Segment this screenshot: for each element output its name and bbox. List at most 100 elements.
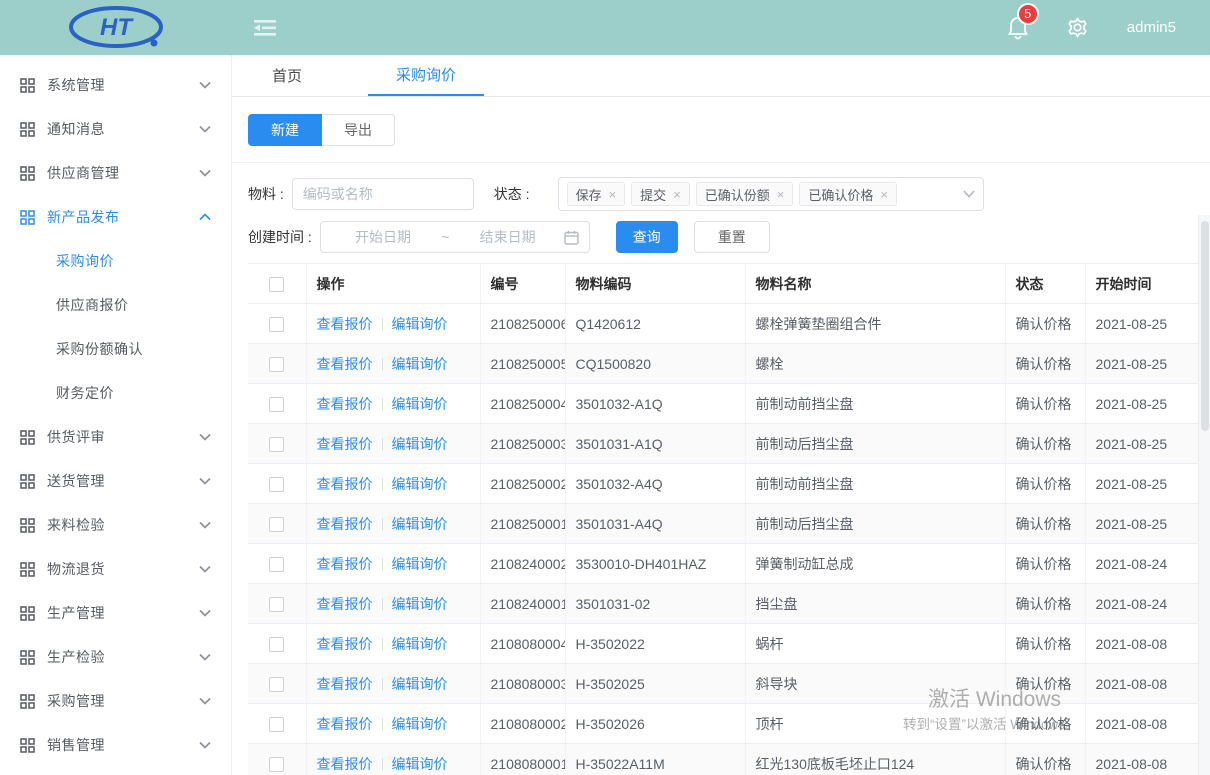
view-quote-link[interactable]: 查看报价 xyxy=(317,436,373,452)
cell-status: 确认价格 xyxy=(1005,464,1085,504)
view-quote-link[interactable]: 查看报价 xyxy=(317,356,373,372)
edit-inquiry-link[interactable]: 编辑询价 xyxy=(392,516,448,532)
chevron-down-icon[interactable] xyxy=(963,190,975,198)
cell-material-code: 3501032-A1Q xyxy=(565,384,745,424)
tab-item[interactable]: 首页 xyxy=(258,55,316,96)
row-checkbox[interactable] xyxy=(269,477,284,492)
export-button[interactable]: 导出 xyxy=(322,114,395,146)
table-row: 查看报价编辑询价 2108080002 H-3502026 顶杆 确认价格 20… xyxy=(248,704,1210,744)
select-all-checkbox[interactable] xyxy=(269,277,284,292)
cell-start-time: 2021-08-08 xyxy=(1085,744,1210,775)
view-quote-link[interactable]: 查看报价 xyxy=(317,636,373,652)
edit-inquiry-link[interactable]: 编辑询价 xyxy=(392,756,448,772)
tag-close-icon[interactable]: × xyxy=(880,188,888,201)
view-quote-link[interactable]: 查看报价 xyxy=(317,716,373,732)
edit-inquiry-link[interactable]: 编辑询价 xyxy=(392,436,448,452)
sidebar-item[interactable]: 供应商管理 xyxy=(0,151,231,195)
tag-close-icon[interactable]: × xyxy=(609,188,617,201)
sidebar-item[interactable]: 新产品发布 xyxy=(0,195,231,239)
search-button[interactable]: 查询 xyxy=(616,221,678,253)
row-checkbox[interactable] xyxy=(269,677,284,692)
row-checkbox[interactable] xyxy=(269,717,284,732)
sidebar-collapse-icon[interactable] xyxy=(254,18,276,38)
cell-material-name: 前制动后挡尘盘 xyxy=(745,504,1005,544)
sidebar-item[interactable]: 来料检验 xyxy=(0,503,231,547)
sidebar-item[interactable]: 生产管理 xyxy=(0,591,231,635)
view-quote-link[interactable]: 查看报价 xyxy=(317,476,373,492)
start-date-placeholder[interactable]: 开始日期 xyxy=(331,227,435,247)
sidebar-subitem[interactable]: 财务定价 xyxy=(0,371,231,415)
edit-inquiry-link[interactable]: 编辑询价 xyxy=(392,316,448,332)
status-select[interactable]: 保存×提交×已确认份额×已确认价格× xyxy=(558,177,984,211)
edit-inquiry-link[interactable]: 编辑询价 xyxy=(392,596,448,612)
new-button[interactable]: 新建 xyxy=(248,114,322,146)
cell-material-name: 前制动前挡尘盘 xyxy=(745,384,1005,424)
sidebar-item[interactable]: 系统管理 xyxy=(0,63,231,107)
row-checkbox[interactable] xyxy=(269,397,284,412)
row-checkbox[interactable] xyxy=(269,357,284,372)
created-time-label: 创建时间 : xyxy=(248,227,312,247)
row-checkbox[interactable] xyxy=(269,597,284,612)
row-checkbox[interactable] xyxy=(269,317,284,332)
view-quote-link[interactable]: 查看报价 xyxy=(317,596,373,612)
sidebar-item-label: 供货评审 xyxy=(47,427,199,447)
view-quote-link[interactable]: 查看报价 xyxy=(317,316,373,332)
sidebar-item[interactable]: 送货管理 xyxy=(0,459,231,503)
sidebar-item[interactable]: 供货评审 xyxy=(0,415,231,459)
edit-inquiry-link[interactable]: 编辑询价 xyxy=(392,716,448,732)
scrollbar-thumb[interactable] xyxy=(1201,221,1209,431)
sidebar-subitem[interactable]: 供应商报价 xyxy=(0,283,231,327)
sidebar-item[interactable]: 物流退货 xyxy=(0,547,231,591)
tag-close-icon[interactable]: × xyxy=(673,188,681,201)
table-row: 查看报价编辑询价 2108250004 3501032-A1Q 前制动前挡尘盘 … xyxy=(248,384,1210,424)
row-checkbox[interactable] xyxy=(269,437,284,452)
link-divider xyxy=(382,758,383,771)
end-date-placeholder[interactable]: 结束日期 xyxy=(455,227,559,247)
date-range-picker[interactable]: 开始日期 ~ 结束日期 xyxy=(320,221,590,253)
edit-inquiry-link[interactable]: 编辑询价 xyxy=(392,396,448,412)
cell-status: 确认价格 xyxy=(1005,344,1085,384)
material-input[interactable] xyxy=(292,178,474,210)
sidebar-item[interactable]: 销售管理 xyxy=(0,723,231,767)
cell-number: 2108240001 xyxy=(480,584,565,624)
cell-material-name: 蜗杆 xyxy=(745,624,1005,664)
row-checkbox[interactable] xyxy=(269,517,284,532)
view-quote-link[interactable]: 查看报价 xyxy=(317,516,373,532)
sidebar-item[interactable]: 采购管理 xyxy=(0,679,231,723)
table-body: 查看报价编辑询价 2108250006 Q1420612 螺栓弹簧垫圈组合件 确… xyxy=(248,304,1210,775)
cell-material-code: H-3502025 xyxy=(565,664,745,704)
row-checkbox[interactable] xyxy=(269,557,284,572)
col-start-time: 开始时间 xyxy=(1085,264,1210,304)
table-row: 查看报价编辑询价 2108250001 3501031-A4Q 前制动后挡尘盘 … xyxy=(248,504,1210,544)
sidebar-subitem[interactable]: 采购份额确认 xyxy=(0,327,231,371)
sidebar-item[interactable]: 通知消息 xyxy=(0,107,231,151)
vertical-scrollbar[interactable] xyxy=(1198,215,1210,775)
edit-inquiry-link[interactable]: 编辑询价 xyxy=(392,556,448,572)
sidebar-item[interactable]: 生产检验 xyxy=(0,635,231,679)
sidebar-subitem[interactable]: 采购询价 xyxy=(0,239,231,283)
edit-inquiry-link[interactable]: 编辑询价 xyxy=(392,476,448,492)
reset-button[interactable]: 重置 xyxy=(694,221,770,253)
cell-material-name: 前制动前挡尘盘 xyxy=(745,464,1005,504)
edit-inquiry-link[interactable]: 编辑询价 xyxy=(392,636,448,652)
cell-status: 确认价格 xyxy=(1005,704,1085,744)
grid-icon xyxy=(20,122,35,137)
view-quote-link[interactable]: 查看报价 xyxy=(317,396,373,412)
date-separator: ~ xyxy=(435,229,455,245)
username[interactable]: admin5 xyxy=(1127,19,1176,36)
row-checkbox[interactable] xyxy=(269,757,284,772)
view-quote-link[interactable]: 查看报价 xyxy=(317,556,373,572)
settings-gear-icon[interactable] xyxy=(1066,16,1089,39)
view-quote-link[interactable]: 查看报价 xyxy=(317,756,373,772)
tag-close-icon[interactable]: × xyxy=(777,188,785,201)
cell-start-time: 2021-08-25 xyxy=(1085,464,1210,504)
view-quote-link[interactable]: 查看报价 xyxy=(317,676,373,692)
table-row: 查看报价编辑询价 2108080004 H-3502022 蜗杆 确认价格 20… xyxy=(248,624,1210,664)
row-checkbox[interactable] xyxy=(269,637,284,652)
edit-inquiry-link[interactable]: 编辑询价 xyxy=(392,676,448,692)
tab-active[interactable]: 采购询价 xyxy=(368,55,484,96)
sidebar-item-label: 系统管理 xyxy=(47,75,199,95)
main-area: 首页采购询价 新建 导出 物料 : 状态 : 保存×提交×已确认份额×已确认价格… xyxy=(232,55,1210,775)
notification-bell-icon[interactable]: 5 xyxy=(1008,16,1028,40)
edit-inquiry-link[interactable]: 编辑询价 xyxy=(392,356,448,372)
